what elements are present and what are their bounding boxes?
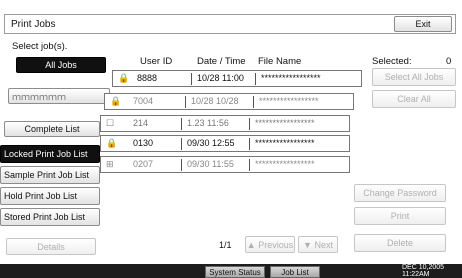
- page-indicator: 1/1: [219, 240, 232, 250]
- system-status-button[interactable]: System Status: [205, 266, 265, 278]
- hold-print-job-list-button[interactable]: Hold Print Job List: [0, 187, 100, 205]
- job-date-time: 10/28 11:00: [197, 73, 244, 83]
- locked-print-job-list-button[interactable]: Locked Print Job List: [0, 145, 100, 163]
- selected-count: 0: [446, 56, 452, 67]
- print-button[interactable]: Print: [354, 207, 446, 225]
- time-text: 11:22AM: [402, 271, 430, 278]
- delete-button[interactable]: Delete: [354, 234, 446, 252]
- job-file-name: *****************: [261, 73, 321, 83]
- job-list-button[interactable]: Job List: [270, 266, 320, 278]
- job-row[interactable]: 🔒 7004 10/28 10/28 *****************: [104, 93, 354, 110]
- sample-print-job-list-button[interactable]: Sample Print Job List: [0, 166, 100, 184]
- header-date-time: Date / Time: [197, 56, 246, 67]
- all-jobs-button[interactable]: All Jobs: [16, 57, 106, 73]
- job-row[interactable]: ☐ 214 1.23 11:56 *****************: [100, 115, 350, 132]
- clock: DEC 10,2005 11:22AM: [402, 264, 444, 278]
- job-date-time: 09/30 12:55: [187, 138, 235, 148]
- job-user-id: 8888: [137, 73, 158, 83]
- job-user-id: 0207: [133, 159, 154, 169]
- box-icon: ☐: [106, 118, 115, 128]
- job-file-name: *****************: [255, 138, 315, 148]
- date-text: DEC 10,2005: [402, 264, 445, 271]
- select-jobs-prompt: Select job(s).: [12, 41, 68, 52]
- job-row[interactable]: 🔒 8888 10/28 11:00 *****************: [112, 70, 362, 87]
- next-page-button[interactable]: ▼ Next: [298, 236, 338, 253]
- job-user-id: 7004: [133, 96, 154, 106]
- mode-button[interactable]: ｍｍｍｍｍｍ: [8, 88, 110, 104]
- lock-icon: 🔒: [110, 96, 122, 106]
- job-date-time: 10/28 10/28: [191, 96, 239, 106]
- job-user-id: 214: [133, 118, 149, 128]
- grid-icon: ⊞: [106, 159, 114, 169]
- stored-print-job-list-button[interactable]: Stored Print Job List: [0, 208, 100, 226]
- clear-all-button[interactable]: Clear All: [372, 90, 456, 108]
- header-user-id: User ID: [140, 56, 173, 67]
- lock-icon: 🔒: [118, 73, 130, 83]
- job-file-name: *****************: [255, 159, 315, 169]
- job-file-name: *****************: [255, 118, 315, 128]
- lock-icon: 🔒: [106, 138, 118, 148]
- previous-page-button[interactable]: ▲ Previous: [245, 236, 295, 253]
- header-file-name: File Name: [258, 56, 302, 67]
- job-row[interactable]: ⊞ 0207 09/30 11:55 *****************: [100, 156, 350, 173]
- details-button[interactable]: Details: [6, 238, 96, 255]
- complete-list-button[interactable]: Complete List: [4, 121, 100, 137]
- window-title: Print Jobs: [11, 19, 56, 30]
- window-titlebar: Print Jobs: [4, 14, 456, 34]
- job-file-name: *****************: [259, 96, 319, 106]
- change-password-button[interactable]: Change Password: [354, 184, 446, 202]
- job-date-time: 1.23 11:56: [187, 118, 229, 128]
- selected-label: Selected:: [372, 56, 412, 67]
- select-all-jobs-button[interactable]: Select All Jobs: [372, 68, 456, 86]
- job-user-id: 0130: [133, 138, 154, 148]
- job-date-time: 09/30 11:55: [187, 159, 234, 169]
- exit-button[interactable]: Exit: [394, 16, 452, 32]
- job-row[interactable]: 🔒 0130 09/30 12:55 *****************: [100, 135, 350, 152]
